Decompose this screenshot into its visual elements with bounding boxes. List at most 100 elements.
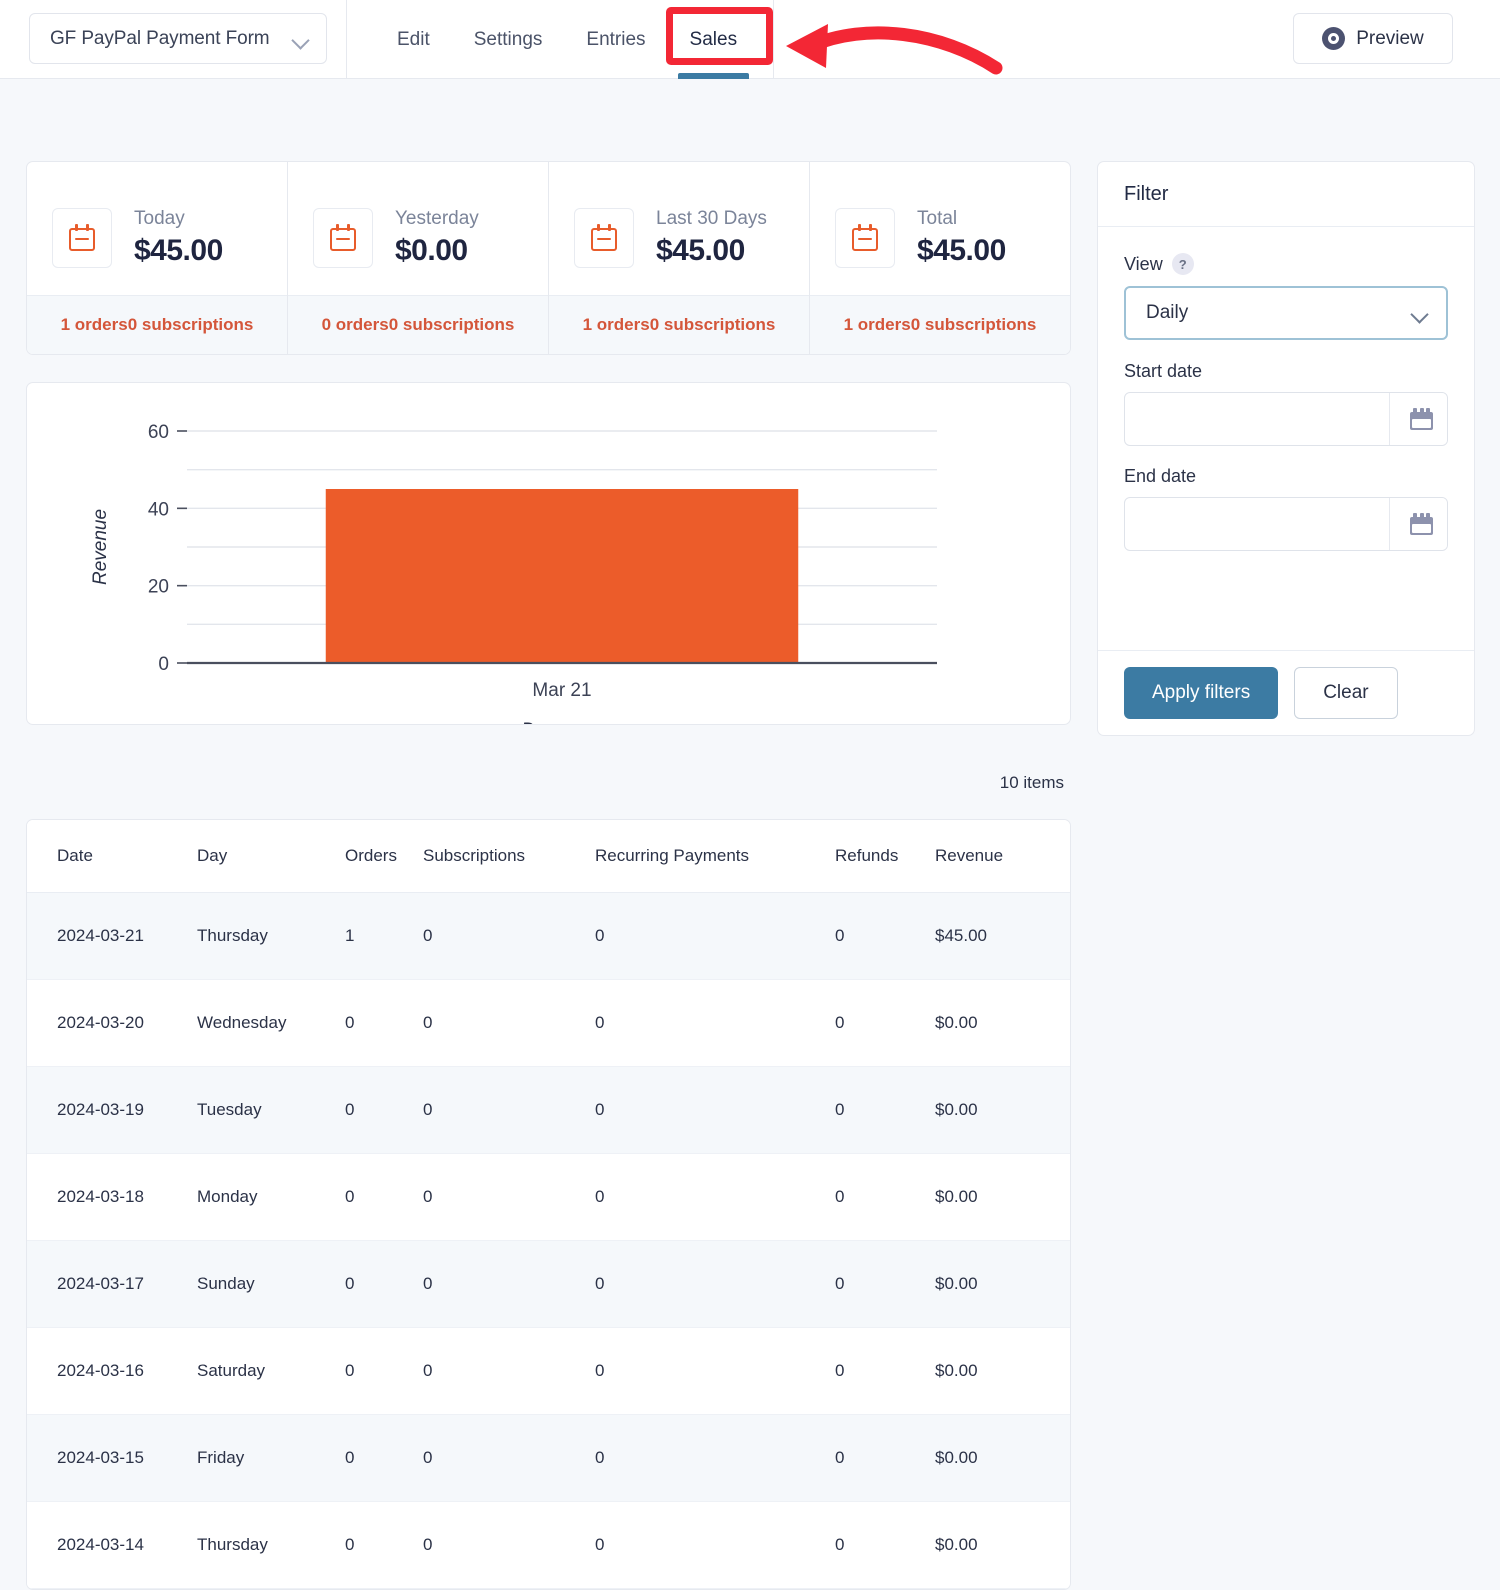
cell-orders: 1 xyxy=(345,892,423,980)
cell-recurring: 0 xyxy=(595,1501,835,1589)
cell-refunds: 0 xyxy=(835,1414,935,1502)
tab-sales-label: Sales xyxy=(689,28,738,50)
table-row[interactable]: 2024-03-14 Thursday 0 0 0 0 $0.00 xyxy=(27,1501,1070,1589)
start-date-calendar-button[interactable] xyxy=(1389,393,1447,445)
cell-refunds: 0 xyxy=(835,892,935,980)
cell-orders: 0 xyxy=(345,979,423,1067)
cell-date: 2024-03-21 xyxy=(27,892,197,980)
cell-day: Sunday xyxy=(197,1240,345,1328)
stat-card-subscriptions: 0 subscriptions xyxy=(649,315,776,334)
table-header-row: Date Day Orders Subscriptions Recurring … xyxy=(27,820,1070,893)
x-axis-tick-label: Mar 21 xyxy=(532,680,591,701)
y-axis-tick-label: 20 xyxy=(148,577,169,598)
table-row[interactable]: 2024-03-17 Sunday 0 0 0 0 $0.00 xyxy=(27,1240,1070,1328)
calendar-icon xyxy=(590,223,618,252)
chart-bar[interactable] xyxy=(325,489,799,663)
cell-refunds: 0 xyxy=(835,1501,935,1589)
table-row[interactable]: 2024-03-21 Thursday 1 0 0 0 $45.00 xyxy=(27,892,1070,980)
cell-revenue: $0.00 xyxy=(935,1501,1070,1589)
end-date-calendar-button[interactable] xyxy=(1389,498,1447,550)
filter-panel-title: Filter xyxy=(1098,162,1474,227)
cell-refunds: 0 xyxy=(835,1327,935,1415)
cell-recurring: 0 xyxy=(595,892,835,980)
stat-card-label: Today xyxy=(134,207,185,229)
filter-panel: Filter View ? Daily Start date End date xyxy=(1097,161,1475,736)
start-date-label: Start date xyxy=(1124,361,1203,381)
question-mark-icon[interactable]: ? xyxy=(1171,253,1194,275)
end-date-label: End date xyxy=(1124,466,1197,486)
table-row[interactable]: 2024-03-20 Wednesday 0 0 0 0 $0.00 xyxy=(27,979,1070,1067)
view-select-value: Daily xyxy=(1146,302,1189,323)
table-row[interactable]: 2024-03-19 Tuesday 0 0 0 0 $0.00 xyxy=(27,1066,1070,1154)
items-count: 10 items xyxy=(999,773,1064,792)
table-row[interactable]: 2024-03-18 Monday 0 0 0 0 $0.00 xyxy=(27,1153,1070,1241)
cell-orders: 0 xyxy=(345,1066,423,1154)
tab-settings[interactable]: Settings xyxy=(452,0,565,79)
y-axis-tick-label: 40 xyxy=(148,499,169,520)
tab-edit[interactable]: Edit xyxy=(375,0,452,79)
clear-filters-button[interactable]: Clear xyxy=(1294,667,1398,719)
stat-card-body: Today $45.00 xyxy=(27,162,287,295)
cell-orders: 0 xyxy=(345,1327,423,1415)
cell-subscriptions: 0 xyxy=(423,979,595,1067)
calendar-icon xyxy=(1410,513,1433,535)
stat-card-footer: 1 orders 0 subscriptions xyxy=(810,295,1070,354)
chevron-down-icon xyxy=(1412,308,1428,318)
cell-subscriptions: 0 xyxy=(423,1153,595,1241)
table-row[interactable]: 2024-03-15 Friday 0 0 0 0 $0.00 xyxy=(27,1414,1070,1502)
filter-panel-body: View ? Daily Start date End date xyxy=(1098,227,1474,551)
stat-card-label: Yesterday xyxy=(395,207,479,229)
apply-filters-button[interactable]: Apply filters xyxy=(1124,667,1279,719)
filter-panel-footer: Apply filters Clear xyxy=(1098,650,1474,735)
preview-button-label: Preview xyxy=(1356,27,1424,49)
stat-card-value: $0.00 xyxy=(395,233,468,267)
cell-day: Thursday xyxy=(197,1501,345,1589)
column-header-revenue[interactable]: Revenue xyxy=(935,820,1070,893)
column-header-refunds[interactable]: Refunds xyxy=(835,820,935,893)
tab-entries-label: Entries xyxy=(586,28,646,50)
view-select[interactable]: Daily xyxy=(1124,286,1448,340)
sales-table-card: Date Day Orders Subscriptions Recurring … xyxy=(26,819,1071,1590)
table-row[interactable]: 2024-03-16 Saturday 0 0 0 0 $0.00 xyxy=(27,1327,1070,1415)
stat-card-orders: 1 orders xyxy=(843,315,911,334)
column-header-date[interactable]: Date xyxy=(27,820,197,893)
start-date-field[interactable] xyxy=(1124,392,1448,446)
column-header-orders[interactable]: Orders xyxy=(345,820,423,893)
cell-day: Monday xyxy=(197,1153,345,1241)
cell-day: Thursday xyxy=(197,892,345,980)
start-date-input[interactable] xyxy=(1125,393,1389,445)
tab-settings-label: Settings xyxy=(473,28,543,50)
stat-card-today: Today $45.00 1 orders 0 subscriptions xyxy=(27,162,288,354)
tab-sales[interactable]: Sales xyxy=(668,0,760,79)
preview-button[interactable]: Preview xyxy=(1293,13,1453,64)
end-date-field[interactable] xyxy=(1124,497,1448,551)
cell-date: 2024-03-20 xyxy=(27,979,197,1067)
column-header-recurring[interactable]: Recurring Payments xyxy=(595,820,835,893)
calendar-icon xyxy=(1410,408,1433,430)
calendar-icon xyxy=(68,223,96,252)
stat-card-footer: 1 orders 0 subscriptions xyxy=(549,295,809,354)
cell-date: 2024-03-14 xyxy=(27,1501,197,1589)
cell-orders: 0 xyxy=(345,1240,423,1328)
y-axis-label: Revenue xyxy=(90,509,111,585)
stat-card-subscriptions: 0 subscriptions xyxy=(127,315,254,334)
form-selector-dropdown[interactable]: GF PayPal Payment Form xyxy=(29,13,327,64)
tab-entries[interactable]: Entries xyxy=(564,0,667,79)
cell-subscriptions: 0 xyxy=(423,1501,595,1589)
view-label-text: View xyxy=(1124,253,1163,274)
cell-recurring: 0 xyxy=(595,1414,835,1502)
stat-card-label: Total xyxy=(917,207,958,229)
column-header-day[interactable]: Day xyxy=(197,820,345,893)
stat-card-orders: 0 orders xyxy=(321,315,389,334)
column-header-subscriptions[interactable]: Subscriptions xyxy=(423,820,595,893)
cell-orders: 0 xyxy=(345,1414,423,1502)
view-field-label: View ? xyxy=(1124,253,1448,275)
cell-refunds: 0 xyxy=(835,1240,935,1328)
end-date-input[interactable] xyxy=(1125,498,1389,550)
stat-cards-row: Today $45.00 1 orders 0 subscriptions Ye… xyxy=(26,161,1071,355)
revenue-chart-card: 0 20 40 60 Mar 21 Revenue Day xyxy=(26,382,1071,725)
calendar-icon-box xyxy=(313,207,373,268)
stat-card-body: Last 30 Days $45.00 xyxy=(549,162,809,295)
cell-recurring: 0 xyxy=(595,1240,835,1328)
cell-subscriptions: 0 xyxy=(423,1066,595,1154)
